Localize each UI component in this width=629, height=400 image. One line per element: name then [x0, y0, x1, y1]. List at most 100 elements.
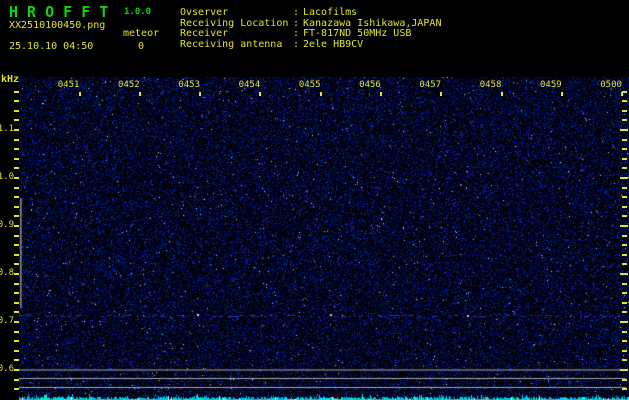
- axis-tick: [14, 311, 19, 314]
- axis-tick: [14, 138, 19, 141]
- info-value-observer: Lacofilms: [303, 7, 358, 18]
- freq-label-0.6: 0.6: [0, 364, 14, 374]
- meteor-count: 0: [138, 41, 145, 52]
- axis-tick: [622, 196, 627, 199]
- axis-tick: [14, 378, 19, 381]
- axis-tick: [14, 177, 19, 179]
- axis-tick: [500, 91, 503, 96]
- axis-tick: [78, 91, 81, 96]
- time-label-0500: 0500: [600, 80, 622, 90]
- info-sep: :: [293, 7, 300, 18]
- axis-tick: [14, 109, 19, 112]
- axis-tick: [14, 244, 19, 247]
- time-label-0452: 0452: [118, 80, 140, 90]
- axis-tick: [622, 253, 627, 256]
- axis-tick: [622, 244, 627, 247]
- axis-tick: [622, 100, 627, 103]
- axis-tick: [14, 388, 19, 391]
- axis-tick: [622, 138, 627, 141]
- info-label-receiver: Receiver: [180, 28, 229, 39]
- time-label-0456: 0456: [359, 80, 381, 90]
- info-label-antenna: Receiving antenna: [180, 39, 283, 50]
- axis-tick: [14, 234, 19, 237]
- axis-tick: [622, 359, 627, 362]
- axis-tick: [622, 378, 627, 381]
- axis-tick: [14, 263, 19, 266]
- time-label-0454: 0454: [238, 80, 261, 90]
- time-label-0453: 0453: [178, 80, 200, 90]
- axis-tick: [138, 91, 141, 96]
- axis-tick: [14, 292, 19, 295]
- axis-tick: [560, 91, 563, 96]
- freq-label-1.1: 1.1: [0, 124, 14, 134]
- axis-tick: [14, 253, 19, 256]
- axis-tick: [14, 321, 19, 323]
- axis-tick: [14, 349, 19, 352]
- axis-tick: [622, 330, 627, 333]
- axis-tick: [620, 129, 628, 131]
- info-label-observer: Ovserver: [180, 7, 229, 18]
- spectrogram-canvas: [19, 77, 629, 400]
- axis-tick: [622, 234, 627, 237]
- axis-tick: [622, 388, 627, 391]
- axis-tick: [14, 157, 19, 160]
- axis-tick: [14, 282, 19, 285]
- freq-axis-unit-label: kHz: [1, 74, 20, 85]
- axis-tick: [14, 90, 19, 93]
- axis-tick: [14, 330, 19, 333]
- axis-tick: [622, 186, 627, 189]
- axis-tick: [622, 148, 627, 151]
- info-sep: :: [293, 39, 300, 50]
- freq-label-0.9: 0.9: [0, 220, 14, 230]
- axis-tick: [622, 263, 627, 266]
- axis-tick: [14, 167, 19, 170]
- axis-tick: [622, 340, 627, 343]
- axis-tick: [622, 157, 627, 160]
- time-label-0455: 0455: [298, 80, 321, 90]
- axis-tick: [14, 100, 19, 103]
- observation-datetime: 25.10.10 04:50: [9, 41, 94, 52]
- axis-tick: [14, 119, 19, 122]
- axis-tick: [14, 148, 19, 151]
- axis-tick: [14, 225, 19, 227]
- info-value-antenna: 2ele HB9CV: [303, 39, 364, 50]
- axis-tick: [620, 177, 628, 179]
- axis-tick: [14, 273, 19, 275]
- info-value-receiver: FT-817ND 50MHz USB: [303, 28, 412, 39]
- info-sep: :: [293, 28, 300, 39]
- axis-tick: [14, 369, 19, 371]
- axis-tick: [620, 273, 628, 275]
- axis-tick: [621, 91, 624, 96]
- axis-tick: [620, 369, 628, 371]
- axis-tick: [14, 196, 19, 199]
- axis-tick: [622, 205, 627, 208]
- axis-tick: [620, 321, 628, 323]
- mode-label: meteor: [123, 28, 160, 39]
- axis-tick: [622, 109, 627, 112]
- time-label-0459: 0459: [539, 80, 562, 90]
- axis-tick: [622, 301, 627, 304]
- axis-tick: [14, 301, 19, 304]
- axis-tick: [14, 205, 19, 208]
- axis-tick: [622, 282, 627, 285]
- axis-tick: [259, 91, 262, 96]
- time-label-0457: 0457: [419, 80, 442, 90]
- freq-label-1.0: 1.0: [0, 172, 14, 182]
- axis-tick: [622, 215, 627, 218]
- axis-tick: [14, 359, 19, 362]
- axis-tick: [380, 91, 382, 96]
- axis-tick: [622, 167, 627, 170]
- app-title: H R O F F T: [9, 3, 109, 21]
- axis-tick: [319, 91, 322, 96]
- time-label-0451: 0451: [57, 80, 80, 90]
- hrofft-screen: H R O F F T 1.0.0 XX2510100450.png meteo…: [0, 0, 629, 400]
- axis-tick: [199, 91, 202, 96]
- axis-tick: [622, 311, 627, 314]
- time-label-0458: 0458: [479, 80, 502, 90]
- axis-tick: [14, 215, 19, 218]
- axis-tick: [622, 292, 627, 295]
- axis-tick: [622, 119, 627, 122]
- app-version: 1.0.0: [124, 7, 152, 17]
- axis-tick: [440, 91, 443, 96]
- freq-label-0.8: 0.8: [0, 268, 14, 278]
